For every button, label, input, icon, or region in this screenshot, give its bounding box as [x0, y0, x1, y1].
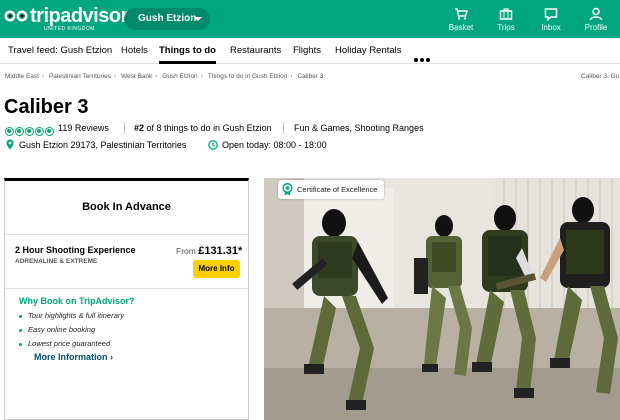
breadcrumb-item[interactable]: Gush Etzion: [162, 73, 197, 80]
list-item: Lowest price guaranteed: [19, 337, 124, 351]
profile-icon: [589, 7, 603, 21]
owl-logo-icon: [4, 10, 28, 22]
booking-panel: Book In Advance 2 Hour Shooting Experien…: [4, 178, 249, 420]
geo-selector-button[interactable]: Gush Etzion: [124, 8, 210, 30]
why-book-list: Tour highlights & full itinerary Easy on…: [19, 309, 124, 351]
rating-bubble-icon: [15, 127, 24, 136]
breadcrumb-right: Caliber 3, Gu: [581, 73, 620, 80]
list-item: Easy online booking: [19, 323, 124, 337]
photo-illustration: [264, 178, 620, 420]
ranking-link[interactable]: #2 of 8 things to do in Gush Etzion: [134, 123, 272, 133]
basket-icon: [455, 8, 468, 20]
tab-holiday-rentals[interactable]: Holiday Rentals: [335, 38, 402, 64]
chevron-down-icon: [194, 17, 202, 21]
geo-selector-label: Gush Etzion: [138, 13, 197, 24]
divider: [5, 288, 248, 289]
logo-subtext: UNITED KINGDOM: [44, 26, 95, 32]
breadcrumb-item[interactable]: Middle East: [5, 73, 39, 80]
rank-text: of 8 things to do in Gush Etzion: [144, 123, 272, 133]
clock-icon: [208, 140, 218, 150]
from-label: From: [176, 246, 199, 256]
categories-link[interactable]: Fun & Games, Shooting Ranges: [294, 123, 424, 133]
tab-travel-feed[interactable]: Travel feed: Gush Etzion: [8, 38, 112, 64]
certificate-of-excellence-badge: Certificate of Excellence: [278, 180, 384, 199]
more-information-link[interactable]: More Information ›: [34, 352, 113, 362]
location-pin-icon: [6, 139, 14, 150]
profile-label: Profile: [584, 23, 608, 32]
breadcrumb-item[interactable]: West Bank: [121, 73, 152, 80]
more-tabs-icon[interactable]: [414, 49, 432, 67]
inbox-label: Inbox: [541, 23, 561, 32]
tab-things-to-do[interactable]: Things to do: [159, 38, 216, 64]
profile-nav[interactable]: Profile: [576, 5, 616, 35]
tripadvisor-logo[interactable]: tripadvisor UNITED KINGDOM: [4, 5, 128, 33]
bullet-icon: [19, 314, 22, 318]
page-title: Caliber 3: [4, 96, 89, 118]
basket-label: Basket: [448, 23, 474, 32]
breadcrumb: Middle East › Palestinian Territories › We…: [5, 73, 324, 80]
inbox-nav[interactable]: Inbox: [531, 5, 571, 35]
rating-bubble-icon: [35, 127, 44, 136]
basket-nav[interactable]: Basket: [441, 5, 481, 35]
tab-restaurants[interactable]: Restaurants: [230, 38, 281, 64]
rating-bubble-icon: [5, 127, 14, 136]
breadcrumb-item[interactable]: Things to do in Gush Etzion: [208, 73, 288, 80]
address-text: Gush Etzion 29173, Palestinian Territori…: [19, 140, 187, 150]
reviews-link[interactable]: 119 Reviews: [58, 123, 109, 133]
suitcase-icon: [499, 8, 513, 20]
breadcrumb-current: Caliber 3: [297, 73, 324, 80]
divider: [124, 122, 125, 134]
booking-heading: Book In Advance: [5, 181, 248, 235]
breadcrumb-item[interactable]: Palestinian Territories: [49, 73, 111, 80]
logo-text: tripadvisor: [30, 5, 128, 27]
tab-flights[interactable]: Flights: [293, 38, 321, 64]
attraction-photo[interactable]: [264, 178, 620, 420]
top-header: tripadvisor UNITED KINGDOM Gush Etzion B…: [0, 0, 620, 38]
why-book-title: Why Book on TripAdvisor?: [19, 296, 135, 306]
main-tabs: Travel feed: Gush Etzion Hotels Things t…: [0, 38, 620, 64]
list-item: Tour highlights & full itinerary: [19, 309, 124, 323]
product-price-block: From £131.31*: [176, 245, 242, 257]
bullet-icon: [19, 328, 22, 332]
product-subtitle: ADRENALINE & EXTREME: [15, 258, 98, 265]
divider: [283, 122, 284, 134]
trips-label: Trips: [497, 23, 515, 32]
hours-text: Open today: 08:00 - 18:00: [222, 140, 327, 150]
product-price: £131.31*: [198, 245, 243, 257]
certificate-label: Certificate of Excellence: [297, 185, 378, 194]
trips-nav[interactable]: Trips: [486, 5, 526, 35]
product-title[interactable]: 2 Hour Shooting Experience: [15, 245, 136, 255]
bullet-icon: [19, 342, 22, 346]
rating-bubbles: [5, 123, 55, 136]
tab-hotels[interactable]: Hotels: [121, 38, 148, 64]
rating-bubble-icon: [25, 127, 34, 136]
rank-number: #2: [134, 123, 145, 133]
rating-bubble-icon: [45, 127, 54, 136]
award-icon: [282, 183, 293, 196]
inbox-icon: [544, 8, 558, 21]
more-info-button[interactable]: More Info: [193, 260, 240, 278]
